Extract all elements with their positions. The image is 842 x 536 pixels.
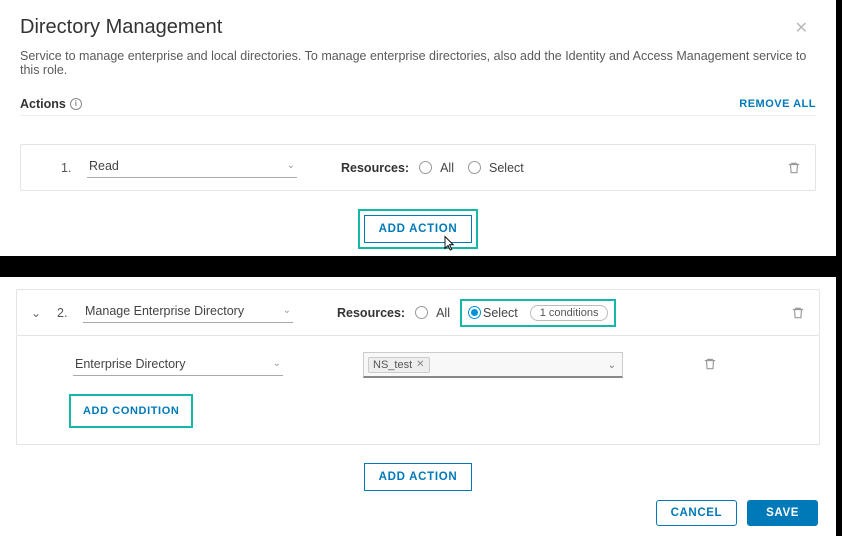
radio-all-label[interactable]: All [436, 306, 450, 320]
expand-toggle[interactable]: ⌄ [31, 306, 57, 320]
value-chip: NS_test ✕ [368, 357, 430, 373]
close-icon[interactable]: ✕ [795, 18, 808, 38]
add-action-button[interactable]: ADD ACTION [364, 463, 473, 491]
resources-label: Resources: [337, 306, 405, 320]
action-type-select[interactable]: Manage Enterprise Directory ⌄ [83, 302, 293, 323]
dialog-footer: CANCEL SAVE [656, 500, 818, 526]
radio-select[interactable] [468, 306, 481, 319]
action-type-value: Read [89, 159, 119, 173]
remove-all-link[interactable]: REMOVE ALL [739, 98, 816, 110]
radio-all-label[interactable]: All [440, 161, 454, 175]
info-icon[interactable]: i [70, 98, 82, 110]
add-condition-button[interactable]: ADD CONDITION [73, 398, 189, 424]
delete-condition-icon[interactable] [703, 357, 717, 374]
resources-group: Resources: All Select 1 conditions [337, 303, 612, 323]
action-type-select[interactable]: Read ⌄ [87, 157, 297, 178]
chevron-down-icon: ⌄ [283, 305, 291, 316]
action-index: 1. [61, 161, 87, 175]
actions-label: Actions i [20, 97, 82, 111]
actions-header-bar: Actions i REMOVE ALL [20, 97, 816, 116]
radio-select[interactable] [468, 161, 481, 174]
radio-select-label[interactable]: Select [489, 161, 524, 175]
cancel-button[interactable]: CANCEL [656, 500, 738, 526]
chevron-down-icon: ⌄ [287, 160, 295, 171]
resources-label: Resources: [341, 161, 409, 175]
chip-remove-icon[interactable]: ✕ [416, 359, 424, 370]
delete-action-icon[interactable] [787, 161, 801, 175]
chip-label: NS_test [373, 359, 412, 371]
condition-type-value: Enterprise Directory [75, 357, 185, 371]
action-index: 2. [57, 306, 83, 320]
resources-group: Resources: All Select [341, 161, 532, 175]
add-action-button[interactable]: ADD ACTION [364, 215, 473, 243]
save-button[interactable]: SAVE [747, 500, 818, 526]
chevron-down-icon: ⌄ [608, 360, 616, 371]
condition-value-field[interactable]: NS_test ✕ ⌄ [363, 352, 623, 378]
radio-select-label[interactable]: Select [483, 306, 518, 320]
chevron-down-icon: ⌄ [273, 358, 281, 369]
action-type-value: Manage Enterprise Directory [85, 304, 244, 318]
condition-type-select[interactable]: Enterprise Directory ⌄ [73, 355, 283, 376]
radio-all[interactable] [419, 161, 432, 174]
actions-label-text: Actions [20, 97, 66, 111]
conditions-count-pill: 1 conditions [530, 305, 609, 321]
action-row-1: 1. Read ⌄ Resources: All Select [20, 144, 816, 191]
page-subtitle: Service to manage enterprise and local d… [20, 49, 816, 77]
page-title: Directory Management [20, 16, 816, 39]
delete-action-icon[interactable] [791, 306, 805, 320]
condition-area: Enterprise Directory ⌄ NS_test ✕ ⌄ ADD C… [16, 336, 820, 445]
radio-all[interactable] [415, 306, 428, 319]
action-row-2: ⌄ 2. Manage Enterprise Directory ⌄ Resou… [16, 289, 820, 336]
